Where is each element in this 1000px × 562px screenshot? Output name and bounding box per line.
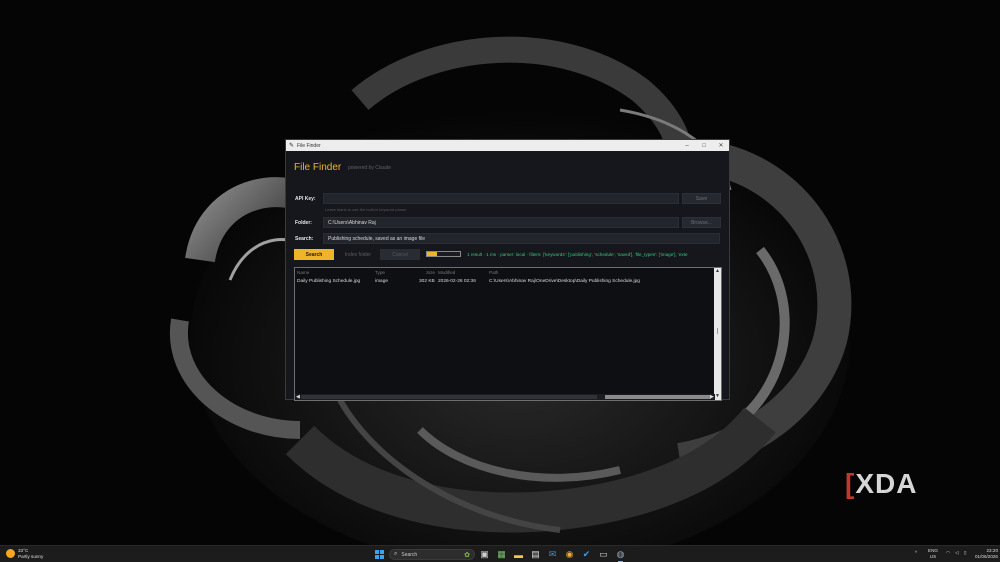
search-input[interactable]: Publishing schedule, saved as an image f… [323,233,720,244]
file-finder-window: ✎ File Finder – □ ✕ File Finder powered … [285,139,730,401]
save-button[interactable]: Save [682,193,721,204]
api-key-label: API Key: [295,196,316,202]
column-header-name[interactable]: Name [297,270,309,275]
minimize-button[interactable]: – [680,140,694,151]
window-title: File Finder [297,142,321,149]
progress-bar [426,251,461,257]
file-explorer-icon[interactable]: ▬ [513,549,524,560]
scroll-up-icon[interactable]: ▲ [714,268,721,275]
browse-button[interactable]: Browse... [682,217,721,228]
cancel-button[interactable]: Cancel [380,249,420,260]
sun-icon [6,549,15,558]
api-key-hint: Leave blank to use the built-in keyword … [325,207,407,212]
progress-fill [427,252,437,256]
index-folder-button[interactable]: Index folder [338,249,378,260]
windows-logo-icon [375,550,384,559]
vertical-scrollbar[interactable]: ▲ ▼ [714,268,721,400]
volume-icon[interactable]: ◁ [955,550,959,556]
mail-icon[interactable]: ✉ [547,549,558,560]
calendar-app-icon[interactable]: ▤ [530,549,541,560]
scroll-down-icon[interactable]: ▼ [714,393,721,400]
folder-label: Folder: [295,220,312,226]
language-indicator[interactable]: ENG US [928,548,938,559]
search-label: Search: [295,236,314,242]
weather-widget[interactable]: 33°C Partly sunny [6,548,43,559]
column-header-path[interactable]: Path [489,270,498,275]
search-icon: ⌕ [394,551,398,557]
horizontal-scrollbar[interactable]: ◀ ▶ [295,394,715,400]
wifi-icon[interactable]: ◠ [946,550,950,556]
search-button[interactable]: Search [294,249,334,260]
scroll-left-icon[interactable]: ◀ [296,394,300,400]
horizontal-scroll-thumb[interactable] [605,395,711,399]
taskbar: 33°C Partly sunny ⌕ Search ✿ ▣ ▦ ▬ ▤ ✉ ◉… [0,545,1000,562]
clock[interactable]: 23:20 01/06/2026 [975,548,998,559]
close-button[interactable]: ✕ [714,140,728,151]
todo-icon[interactable]: ✔ [581,549,592,560]
taskbar-search-placeholder: Search [401,551,418,558]
app-title: File Finder [294,162,342,173]
column-header-size[interactable]: Size [426,270,435,275]
window-titlebar[interactable]: ✎ File Finder – □ ✕ [286,140,729,151]
app-icon-green[interactable]: ▦ [496,549,507,560]
tray-overflow-icon[interactable]: ^ [915,550,917,556]
chrome-icon[interactable]: ◉ [564,549,575,560]
xda-watermark: [XDA [845,468,918,499]
search-highlight-icon: ✿ [464,551,470,559]
status-text: 1 result · 1 ms · parser: local · filter… [467,252,688,257]
start-button[interactable] [374,549,385,560]
column-header-modified[interactable]: Modified [438,270,455,275]
feather-icon: ✎ [289,143,295,149]
taskbar-search[interactable]: ⌕ Search ✿ [389,549,475,560]
maximize-button[interactable]: □ [697,140,711,151]
cell-size: 302 KB [419,279,435,284]
task-view-icon[interactable]: ▣ [479,549,490,560]
scroll-right-icon[interactable]: ▶ [710,394,714,400]
terminal-icon[interactable]: ▭ [598,549,609,560]
weather-desc: Partly sunny [18,553,44,559]
keyboard-layout: US [929,553,937,559]
results-table: Name Type Size Modified Path Daily Publi… [294,267,722,401]
scroll-grip [717,328,718,334]
horizontal-scroll-track [301,395,597,399]
cell-type: image [375,279,389,284]
cell-name: Daily Publishing Schedule.jpg [297,279,361,284]
cell-path: C:\Users\Abhinav Raj\OneDrive\Desktop\Da… [489,279,640,284]
clock-date: 01/06/2026 [975,553,998,559]
app-subtitle: powered by Claude [348,165,392,171]
api-key-input[interactable] [323,193,679,204]
folder-input[interactable]: C:\Users\Abhinav Raj [323,217,679,228]
cell-modified: 2026-02-26 02:36 [438,279,476,284]
file-finder-taskbar-icon[interactable]: ◍ [615,549,626,560]
battery-icon[interactable]: ▯ [964,550,967,556]
column-header-type[interactable]: Type [375,270,385,275]
language-code: ENG [928,548,938,553]
